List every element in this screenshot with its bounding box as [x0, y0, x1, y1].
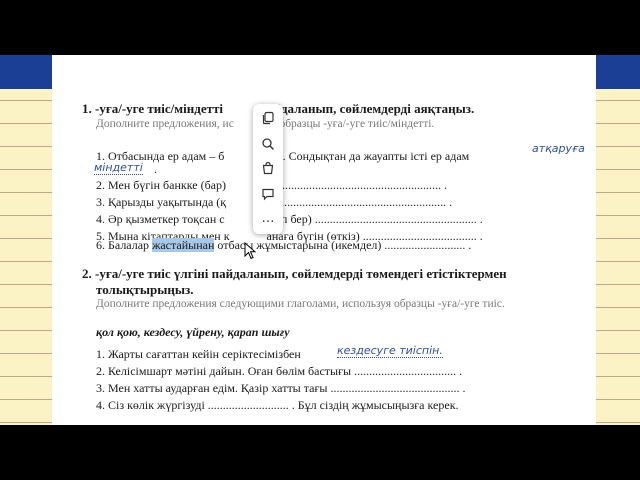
copy-icon [262, 111, 274, 125]
mouse-cursor-icon [244, 242, 256, 260]
exercise-2-subtitle: Дополните предложения следующими глагола… [96, 298, 505, 310]
exercise-1-line-6: 6. Балалар жастайынан отбасы жұмыстарына… [96, 238, 472, 252]
selection-popup-menu: … [253, 104, 283, 234]
handwritten-answer-1a: атқаруға [532, 142, 585, 155]
worksheet-page: 1. -уға/-уге тиіс/міндетті пайдаланып, с… [52, 55, 596, 425]
exercise-2-line-2: 2. Келісімшарт мәтіні дайын. Оған бөлім … [96, 364, 463, 378]
exercise-2-line-1: 1. Жарты сағаттан кейін серіктесімізбен [96, 347, 301, 361]
exercise-2-line-3: 3. Мен хатты аударған едім. Қазір хатты … [96, 381, 466, 395]
more-button[interactable]: … [253, 208, 283, 228]
right-notebook-margin [596, 55, 640, 425]
handwritten-answer-2: кездесуге тиіспін. [337, 344, 443, 358]
left-notebook-margin [0, 55, 52, 425]
highlighted-selection[interactable]: жастайынан [152, 238, 215, 252]
handwritten-answer-1b: міндетті [94, 161, 143, 175]
exercise-2-heading-line-1: 2. -уға/-уге тиіс үлгіні пайдаланып, сөй… [82, 266, 507, 281]
shopping-button[interactable] [253, 158, 283, 178]
exercise-2-verbs: қол қою, кездесу, үйрену, қарап шығу [96, 325, 290, 339]
more-icon: … [261, 210, 275, 226]
comment-button[interactable] [253, 184, 283, 204]
comment-icon [262, 188, 274, 201]
exercise-2-heading-line-2: толықтырыңыз. [96, 282, 194, 297]
right-blue-band [596, 55, 640, 89]
exercise-2-line-4: 4. Сіз көлік жүргізуді .................… [96, 398, 459, 412]
exercise-1-line-4: 4. Әр қызметкер тоқсан с есеп бер) ......… [96, 212, 483, 226]
copy-button[interactable] [253, 108, 283, 128]
search-button[interactable] [253, 134, 283, 154]
search-icon [262, 138, 274, 150]
video-frame: 1. -уға/-уге тиіс/міндетті пайдаланып, с… [0, 55, 640, 425]
left-blue-band [0, 55, 52, 89]
shopping-bag-icon [262, 161, 274, 175]
